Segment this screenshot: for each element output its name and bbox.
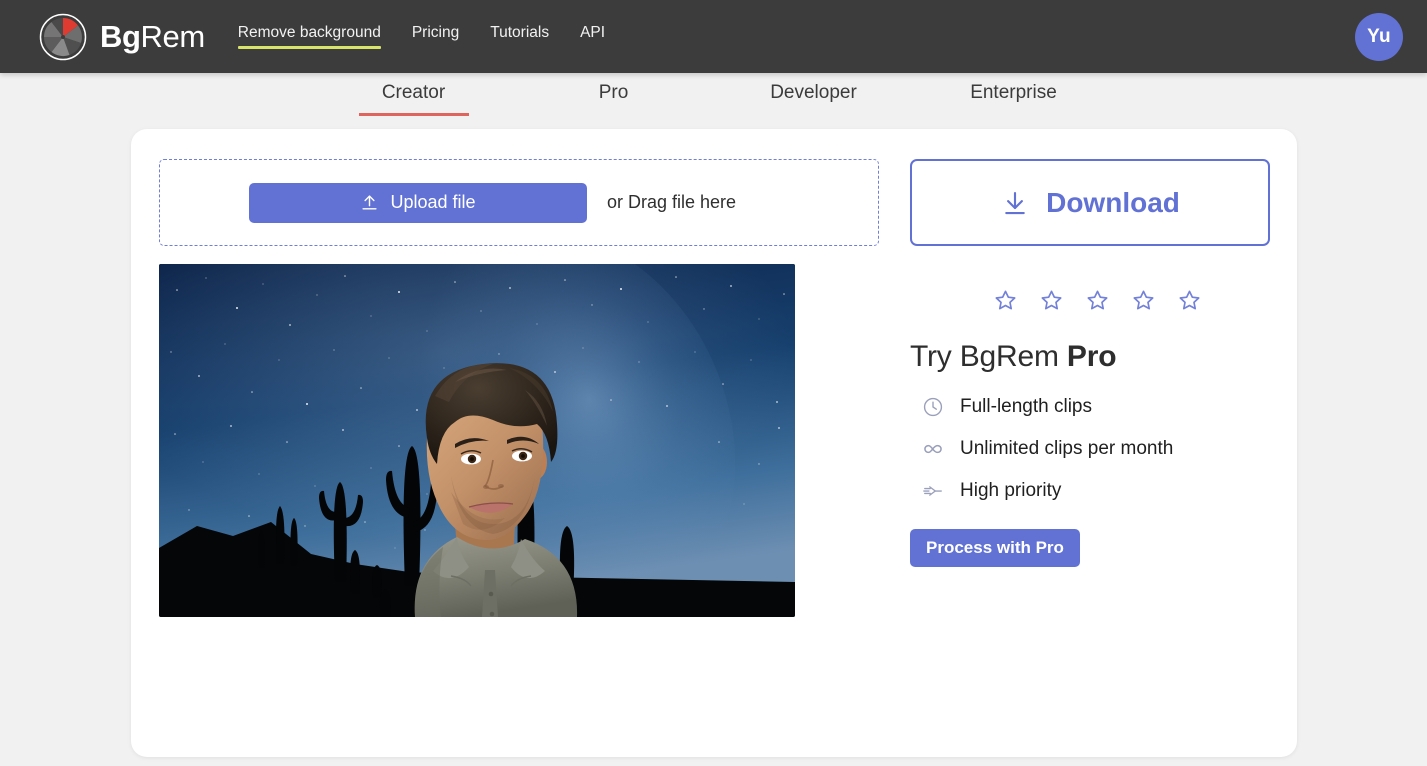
download-label: Download bbox=[1046, 187, 1180, 219]
download-button[interactable]: Download bbox=[910, 159, 1270, 246]
rating-stars[interactable] bbox=[910, 288, 1270, 313]
feature-label-full-length-clips: Full-length clips bbox=[960, 396, 1092, 418]
pro-upsell-title: Try BgRem Pro bbox=[910, 340, 1270, 374]
user-avatar[interactable]: Yu bbox=[1355, 13, 1403, 61]
feature-label-unlimited-clips: Unlimited clips per month bbox=[960, 438, 1173, 460]
main-navigation: Remove background Pricing Tutorials API bbox=[238, 24, 605, 49]
app-header: BgRem Remove background Pricing Tutorial… bbox=[0, 0, 1427, 73]
star-outline-icon-2[interactable] bbox=[1039, 288, 1064, 313]
tab-enterprise[interactable]: Enterprise bbox=[914, 73, 1114, 121]
upload-file-button[interactable]: Upload file bbox=[249, 183, 587, 223]
infinity-icon bbox=[922, 438, 944, 460]
camera-aperture-icon bbox=[38, 12, 88, 62]
nav-link-remove-background[interactable]: Remove background bbox=[238, 24, 381, 49]
star-outline-icon-4[interactable] bbox=[1131, 288, 1156, 313]
plan-tab-bar: Creator Pro Developer Enterprise bbox=[0, 73, 1427, 121]
nav-link-tutorials[interactable]: Tutorials bbox=[490, 24, 549, 49]
feature-item-unlimited-clips: Unlimited clips per month bbox=[910, 438, 1270, 460]
editor-right-column: Download Try BgRem Pro Full-length clips… bbox=[910, 159, 1270, 567]
fast-arrow-icon bbox=[922, 480, 944, 502]
nav-link-pricing[interactable]: Pricing bbox=[412, 24, 459, 49]
image-preview[interactable] bbox=[159, 264, 795, 617]
preview-composite-image bbox=[159, 264, 795, 617]
logo-wordmark: BgRem bbox=[100, 19, 205, 55]
feature-label-high-priority: High priority bbox=[960, 480, 1061, 502]
feature-item-high-priority: High priority bbox=[910, 480, 1270, 502]
download-arrow-icon bbox=[1000, 188, 1030, 218]
logo[interactable]: BgRem bbox=[38, 12, 205, 62]
logo-word-rem: Rem bbox=[141, 19, 205, 54]
file-dropzone[interactable]: Upload file or Drag file here bbox=[159, 159, 879, 246]
drag-file-hint: or Drag file here bbox=[607, 192, 736, 213]
star-outline-icon-3[interactable] bbox=[1085, 288, 1110, 313]
clock-icon bbox=[922, 396, 944, 418]
pro-title-prefix: Try BgRem bbox=[910, 340, 1067, 373]
feature-item-full-length-clips: Full-length clips bbox=[910, 396, 1270, 418]
upload-arrow-icon bbox=[360, 193, 379, 212]
editor-card: Upload file or Drag file here bbox=[131, 129, 1297, 757]
process-with-pro-button[interactable]: Process with Pro bbox=[910, 529, 1080, 567]
upload-file-label: Upload file bbox=[390, 192, 475, 213]
tab-creator[interactable]: Creator bbox=[314, 73, 514, 121]
editor-left-column: Upload file or Drag file here bbox=[159, 159, 879, 617]
star-outline-icon-1[interactable] bbox=[993, 288, 1018, 313]
logo-word-bg: Bg bbox=[100, 19, 141, 54]
tab-pro[interactable]: Pro bbox=[514, 73, 714, 121]
pro-feature-list: Full-length clips Unlimited clips per mo… bbox=[910, 396, 1270, 502]
tab-developer[interactable]: Developer bbox=[714, 73, 914, 121]
star-outline-icon-5[interactable] bbox=[1177, 288, 1202, 313]
pro-title-bold: Pro bbox=[1067, 340, 1116, 373]
nav-link-api[interactable]: API bbox=[580, 24, 605, 49]
